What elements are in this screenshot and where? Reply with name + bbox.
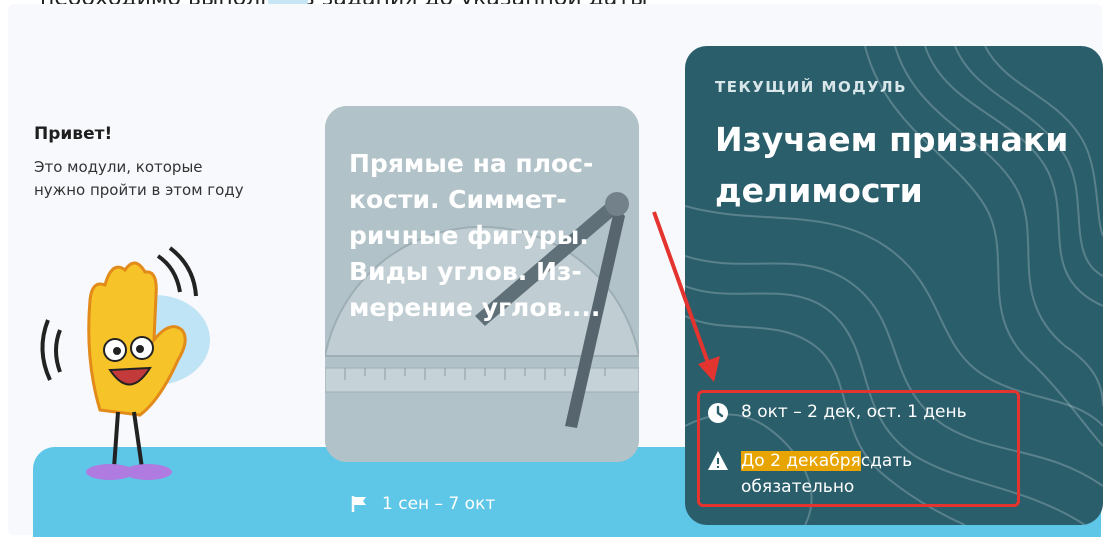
greeting-text: Это модули, которые нужно пройти в этом … bbox=[34, 158, 244, 199]
previous-module-card[interactable]: Прямые на плос­кости. Симмет­ричные фигу… bbox=[325, 106, 639, 462]
waving-hand-mascot bbox=[40, 246, 210, 480]
flag-icon bbox=[351, 496, 366, 512]
current-module-title: Изучаем призна­ки делимости bbox=[715, 120, 1069, 210]
previous-module-dates: 1 сен – 7 окт bbox=[350, 494, 495, 514]
previous-module-title: Прямые на плос­кости. Симмет­ричные фигу… bbox=[349, 149, 601, 322]
previous-module-dates-text: 1 сен – 7 окт bbox=[382, 494, 496, 514]
annotation-highlight-box bbox=[697, 390, 1020, 507]
current-module-label: ТЕКУЩИЙ МОДУЛЬ bbox=[715, 78, 908, 96]
greeting-title: Привет! bbox=[34, 124, 113, 144]
annotation-arrow bbox=[652, 211, 720, 382]
